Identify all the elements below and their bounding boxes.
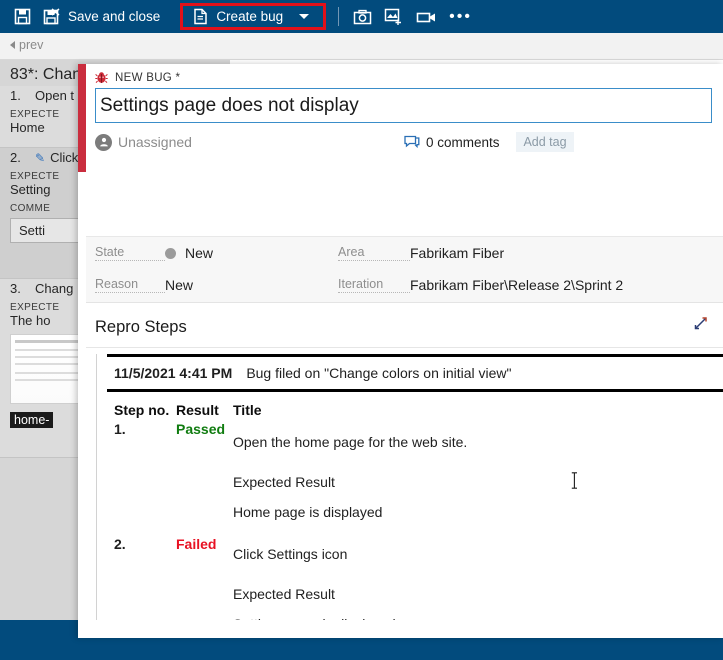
create-bug-button[interactable]: Create bug [187,6,319,27]
state-field-value[interactable]: New [185,245,338,261]
document-icon [193,8,208,25]
assignee-value[interactable]: Unassigned [118,134,192,150]
bug-fields-band: State New Area Fabrikam Fiber Reason New… [86,236,723,303]
step-number: 1. [10,88,21,103]
field-row-reason-iteration: Reason New Iteration Fabrikam Fiber\Rele… [86,269,723,301]
step-attachment-chip[interactable]: home- [10,412,54,428]
step-expected-label: Expected Result [233,474,335,490]
area-field-label: Area [338,245,410,261]
expand-diagonal-icon[interactable] [693,315,709,334]
top-toolbar: Save and close Create bug ••• [0,0,723,33]
repro-steps-table-head: Step no. Result Title [114,400,467,420]
step-title: Open t [35,88,75,103]
step-number: 3. [10,281,21,296]
repro-steps-table-body: 1. Passed Open the home page for the web… [114,420,467,620]
iteration-field-value[interactable]: Fabrikam Fiber\Release 2\Sprint 2 [410,277,623,293]
add-tag-button[interactable]: Add tag [516,132,574,152]
camera-icon [353,9,372,25]
iteration-field-label: Iteration [338,277,410,293]
pencil-edit-icon[interactable]: ✎ [35,151,45,165]
reason-field-label: Reason [95,277,165,293]
prev-navigation-bar [0,33,723,60]
more-ellipsis-icon: ••• [449,7,472,25]
step-expected-text: Settings page is displayed [233,615,467,620]
image-action-button[interactable] [378,0,410,33]
prev-link[interactable]: prev [10,38,43,52]
step-number: 2. [10,150,21,165]
save-icon [14,8,31,25]
comment-icon [404,135,420,149]
new-bug-dialog: NEW BUG * Unassigned 0 comments [78,64,723,638]
chevron-down-icon[interactable] [299,14,310,19]
step-title: Chang [35,281,74,296]
dialog-header: NEW BUG * Unassigned 0 comments [86,64,723,159]
step-title-text: Click Settings icon [233,546,348,562]
step-title-cell: Open the home page for the web site. Exp… [233,420,467,522]
step-expected-text: Home page is displayed [233,504,383,520]
step-number-cell: 1. [114,421,126,437]
table-row: 2. Failed Click Settings icon Expected R… [114,522,467,620]
area-field-value[interactable]: Fabrikam Fiber [410,245,504,261]
image-action-icon [384,8,404,26]
video-camera-icon [416,10,437,24]
state-dot-icon [165,247,176,259]
screenshot-button[interactable] [347,0,378,33]
step-expected-label: Expected Result [233,586,335,602]
prev-link-label: prev [19,38,44,52]
state-field-label: State [95,245,165,261]
step-title-text: Open the home page for the web site. [233,434,468,450]
bug-title-input[interactable] [95,88,712,123]
repro-steps-table: Step no. Result Title 1. Passed Open the… [114,400,467,620]
new-bug-type-row: NEW BUG * [86,64,723,88]
table-row: 1. Passed Open the home page for the web… [114,420,467,522]
toolbar-divider [338,7,340,26]
comments-count-label: 0 comments [425,134,500,150]
text-ibeam-cursor [571,472,578,489]
chevron-left-icon [10,41,15,49]
step-result-cell: Failed [176,536,217,552]
comments-link[interactable]: 0 comments [404,134,500,150]
column-header-result: Result [176,402,219,418]
create-bug-label: Create bug [216,9,284,24]
step-title-cell: Click Settings icon Expected Result Sett… [233,522,467,620]
step-result-cell: Passed [176,421,226,437]
repro-steps-body: 11/5/2021 4:41 PM Bug filed on "Change c… [96,354,723,620]
reason-field-value[interactable]: New [165,277,338,293]
record-video-button[interactable] [410,0,443,33]
new-bug-label: NEW BUG * [115,71,181,84]
create-bug-highlight: Create bug [180,3,327,30]
bug-meta-row: Unassigned 0 comments Add tag [86,125,723,159]
column-header-step-no: Step no. [114,402,170,418]
step-number-cell: 2. [114,536,126,552]
column-header-title: Title [233,402,262,418]
table-header-row: Step no. Result Title [114,400,467,420]
bug-filed-date: 11/5/2021 4:41 PM [114,365,233,381]
bug-icon [95,71,108,84]
dialog-accent-bar [78,64,86,172]
repro-steps-title: Repro Steps [95,317,187,336]
repro-steps-header: Repro Steps [86,307,723,348]
save-and-close-icon [43,8,61,25]
save-and-close-label: Save and close [68,9,161,24]
field-row-state-area: State New Area Fabrikam Fiber [86,237,723,269]
bug-filed-text: Bug filed on "Change colors on initial v… [246,365,512,381]
bug-filed-row: 11/5/2021 4:41 PM Bug filed on "Change c… [107,354,723,392]
save-and-close-button[interactable]: Save and close [37,0,166,33]
more-options-button[interactable]: ••• [443,0,478,33]
save-button[interactable] [8,0,37,33]
person-avatar-icon [95,133,112,151]
